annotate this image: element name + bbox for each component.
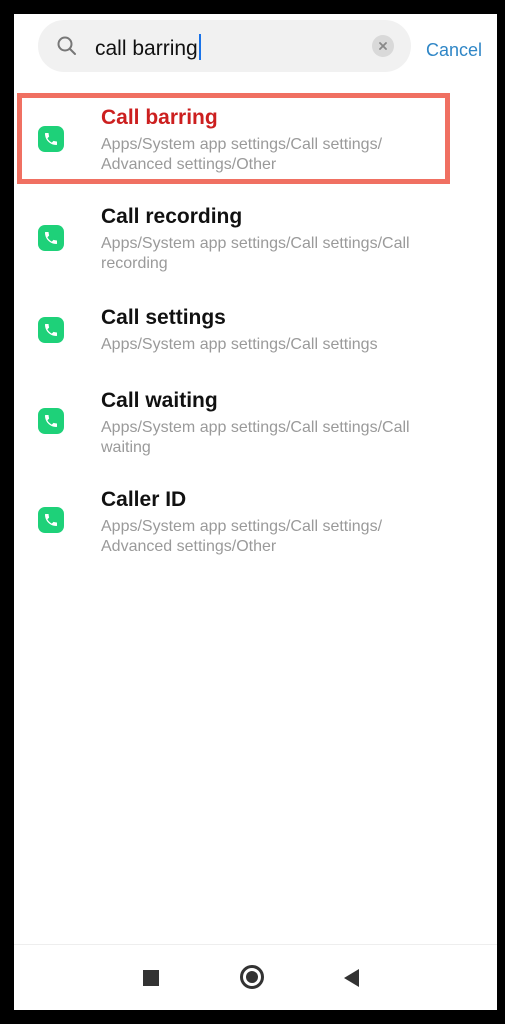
phone-icon <box>38 225 64 251</box>
result-item-call-settings[interactable]: Call settings Apps/System app settings/C… <box>14 304 497 356</box>
close-icon <box>379 42 387 50</box>
result-title: Caller ID <box>101 488 187 511</box>
search-input[interactable]: call barring <box>95 34 201 61</box>
phone-icon <box>38 507 64 533</box>
phone-icon <box>38 317 64 343</box>
search-icon <box>56 35 78 57</box>
result-title: Call waiting <box>101 389 218 412</box>
back-triangle-icon[interactable] <box>344 969 359 987</box>
home-circle-icon[interactable] <box>240 965 264 989</box>
result-path: Apps/System app settings/Call settings/C… <box>101 235 410 272</box>
result-item-call-waiting[interactable]: Call waiting Apps/System app settings/Ca… <box>14 387 497 459</box>
result-title: Call recording <box>101 205 243 228</box>
result-item-call-recording[interactable]: Call recording Apps/System app settings/… <box>14 203 497 275</box>
search-bar[interactable]: call barring <box>38 20 411 72</box>
text-caret <box>198 34 201 60</box>
phone-icon <box>38 126 64 152</box>
result-path: Apps/System app settings/Call settings <box>101 336 378 353</box>
result-path: Apps/System app settings/Call settings/ … <box>101 518 383 555</box>
clear-search-button[interactable] <box>372 35 394 57</box>
result-item-caller-id[interactable]: Caller ID Apps/System app settings/Call … <box>14 486 497 558</box>
result-title: Call barring <box>101 106 218 129</box>
cancel-button[interactable]: Cancel <box>426 40 482 61</box>
phone-icon <box>38 408 64 434</box>
system-nav-bar <box>14 944 497 1010</box>
result-path: Apps/System app settings/Call settings/C… <box>101 419 410 456</box>
search-query: call barring <box>95 37 198 60</box>
result-path: Apps/System app settings/Call settings/ … <box>101 136 383 173</box>
result-title: Call settings <box>101 306 226 329</box>
recents-square-icon[interactable] <box>143 970 159 986</box>
result-item-call-barring[interactable]: Call barring Apps/System app settings/Ca… <box>14 104 497 176</box>
screen: call barring Cancel Call barring Apps/Sy… <box>14 14 497 1010</box>
